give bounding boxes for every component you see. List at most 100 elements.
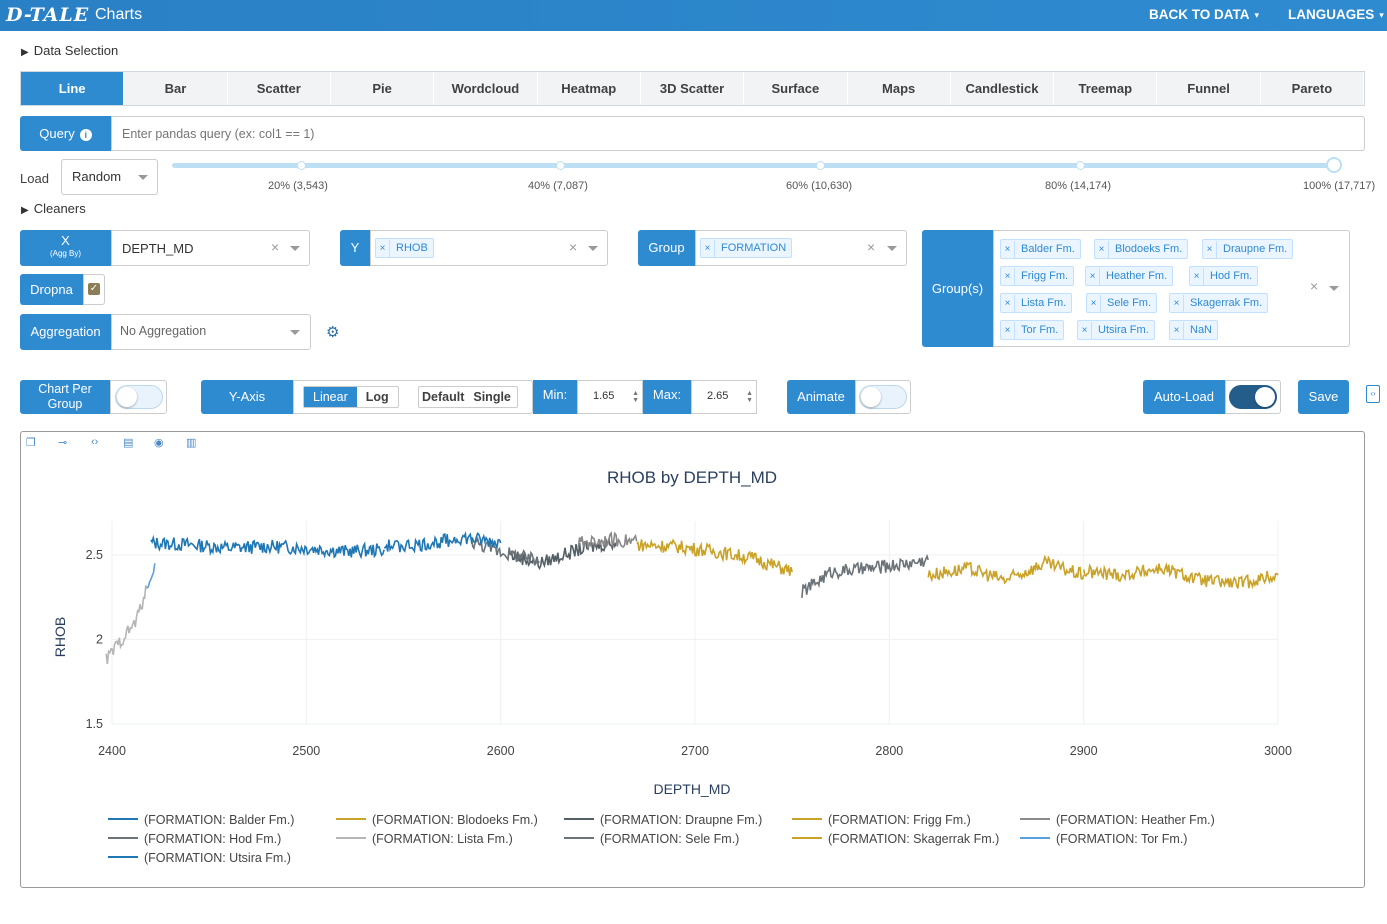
remove-icon[interactable]: × [1095, 241, 1109, 259]
series-line[interactable] [384, 530, 502, 554]
animate-toggle[interactable] [859, 385, 907, 409]
legend-item[interactable]: (FORMATION: Skagerrak Fm.) [792, 832, 999, 846]
legend-item[interactable]: (FORMATION: Blodoeks Fm.) [336, 813, 538, 827]
remove-icon[interactable]: × [1086, 268, 1100, 286]
tab-funnel[interactable]: Funnel [1157, 72, 1261, 105]
tab-pareto[interactable]: Pareto [1260, 72, 1365, 105]
group-value-chip[interactable]: × NaN [1169, 320, 1219, 340]
tab-surface[interactable]: Surface [744, 72, 848, 105]
group-value-chip[interactable]: × Draupne Fm. [1202, 239, 1294, 259]
clear-icon[interactable]: × [271, 239, 279, 255]
group-value-chip[interactable]: × Sele Fm. [1086, 293, 1158, 313]
slider-mark-label[interactable]: 100% (17,717) [1303, 180, 1375, 192]
group-value-chip[interactable]: × Frigg Fm. [1000, 266, 1075, 286]
load-slider-handle[interactable] [1326, 157, 1342, 173]
remove-icon[interactable]: × [1170, 322, 1184, 340]
series-line[interactable] [927, 554, 1085, 585]
clear-icon[interactable]: × [569, 239, 577, 255]
export-code-icon[interactable]: ‹› [1366, 385, 1380, 403]
query-input[interactable] [111, 116, 1365, 151]
legend-item[interactable]: (FORMATION: Balder Fm.) [108, 813, 294, 827]
single-axis-button[interactable]: Single [467, 387, 517, 407]
languages-menu[interactable]: LANGUAGES ▾ [1288, 7, 1384, 22]
remove-icon[interactable]: × [1087, 295, 1101, 313]
checkmark-icon[interactable]: ✓ [88, 283, 100, 295]
dtale-logo[interactable]: D-TALE [6, 4, 89, 26]
remove-icon[interactable]: × [1190, 268, 1204, 286]
legend-item[interactable]: (FORMATION: Draupne Fm.) [564, 813, 762, 827]
legend-item[interactable]: (FORMATION: Lista Fm.) [336, 832, 513, 846]
aggregation-select[interactable]: No Aggregation [111, 314, 311, 350]
legend-item[interactable]: (FORMATION: Tor Fm.) [1020, 832, 1187, 846]
gear-icon[interactable]: ⚙ [326, 323, 339, 341]
group-value-chip[interactable]: × Heather Fm. [1085, 266, 1174, 286]
legend-item[interactable]: (FORMATION: Utsira Fm.) [108, 851, 291, 865]
chevron-down-icon[interactable] [290, 330, 300, 335]
y-max-input[interactable]: 2.65 ▲ ▼ [691, 380, 757, 414]
info-icon[interactable]: i [79, 128, 92, 141]
tab-3d-scatter[interactable]: 3D Scatter [640, 72, 745, 105]
legend-item[interactable]: (FORMATION: Heather Fm.) [1020, 813, 1215, 827]
remove-icon[interactable]: × [1170, 295, 1184, 313]
tab-pie[interactable]: Pie [330, 72, 435, 105]
remove-icon[interactable]: × [1001, 295, 1015, 313]
legend-item[interactable]: (FORMATION: Frigg Fm.) [792, 813, 971, 827]
auto-load-toggle[interactable] [1229, 385, 1277, 409]
x-column-select[interactable]: DEPTH_MD × [111, 230, 310, 266]
dropna-checkbox-box[interactable]: ✓ [83, 274, 105, 305]
clear-icon[interactable]: × [1310, 278, 1318, 294]
save-button[interactable]: Save [1298, 380, 1349, 414]
group-value-chip[interactable]: × Blodoeks Fm. [1094, 239, 1189, 259]
spinner-icon[interactable]: ▲ ▼ [632, 390, 639, 404]
y-chip[interactable]: × RHOB [375, 238, 434, 258]
remove-icon[interactable]: × [1078, 322, 1092, 340]
tab-bar[interactable]: Bar [124, 72, 228, 105]
group-value-chip[interactable]: × Lista Fm. [1000, 293, 1073, 313]
legend-item[interactable]: (FORMATION: Hod Fm.) [108, 832, 281, 846]
remove-icon[interactable]: × [701, 240, 715, 258]
slider-mark-label[interactable]: 60% (10,630) [786, 180, 852, 192]
group-value-chip[interactable]: × Skagerrak Fm. [1169, 293, 1269, 313]
series-line[interactable] [146, 563, 156, 589]
tab-maps[interactable]: Maps [847, 72, 951, 105]
group-values-select[interactable]: × × Balder Fm. × Blodoeks Fm. × Draupne Fm. × F… [993, 230, 1350, 347]
tab-heatmap[interactable]: Heatmap [537, 72, 641, 105]
remove-icon[interactable]: × [376, 240, 390, 258]
slider-mark-label[interactable]: 40% (7,087) [528, 180, 588, 192]
group-value-chip[interactable]: × Tor Fm. [1000, 320, 1065, 340]
line-chart[interactable]: RHOB by DEPTH_MD 2400 2500 2600 2700 2800 290… [20, 431, 1365, 888]
tab-wordcloud[interactable]: Wordcloud [434, 72, 538, 105]
cleaners-toggle[interactable]: ▶ Cleaners [21, 201, 86, 216]
chart-per-group-toggle[interactable] [115, 385, 163, 409]
chevron-down-icon[interactable] [1329, 286, 1339, 291]
remove-icon[interactable]: × [1203, 241, 1217, 259]
chevron-down-icon[interactable] [588, 246, 598, 251]
legend-item[interactable]: (FORMATION: Sele Fm.) [564, 832, 739, 846]
load-slider-track[interactable] [172, 163, 1335, 168]
remove-icon[interactable]: × [1001, 268, 1015, 286]
linear-scale-button[interactable]: Linear [304, 387, 357, 407]
back-to-data-button[interactable]: BACK TO DATA ▾ [1149, 7, 1259, 22]
default-axis-button[interactable]: Default [419, 387, 467, 407]
group-value-chip[interactable]: × Hod Fm. [1189, 266, 1259, 286]
spinner-icon[interactable]: ▲ ▼ [746, 390, 753, 404]
series-line[interactable] [577, 531, 638, 551]
slider-mark-label[interactable]: 20% (3,543) [268, 180, 328, 192]
remove-icon[interactable]: × [1001, 322, 1015, 340]
group-value-chip[interactable]: × Utsira Fm. [1077, 320, 1155, 340]
y-min-input[interactable]: 1.65 ▲ ▼ [577, 380, 643, 414]
series-line[interactable] [801, 553, 929, 598]
remove-icon[interactable]: × [1001, 241, 1015, 259]
data-selection-toggle[interactable]: ▶ Data Selection [21, 43, 118, 58]
tab-candlestick[interactable]: Candlestick [950, 72, 1055, 105]
load-type-select[interactable]: Random [61, 159, 158, 195]
tab-line[interactable]: Line [21, 72, 125, 105]
series-line[interactable] [1082, 562, 1279, 590]
slider-mark-label[interactable]: 80% (14,174) [1045, 180, 1111, 192]
series-line[interactable] [636, 538, 793, 576]
clear-icon[interactable]: × [867, 239, 875, 255]
chevron-down-icon[interactable] [887, 246, 897, 251]
y-column-select[interactable]: × RHOB × [370, 230, 608, 266]
tab-treemap[interactable]: Treemap [1054, 72, 1158, 105]
log-scale-button[interactable]: Log [357, 387, 398, 407]
